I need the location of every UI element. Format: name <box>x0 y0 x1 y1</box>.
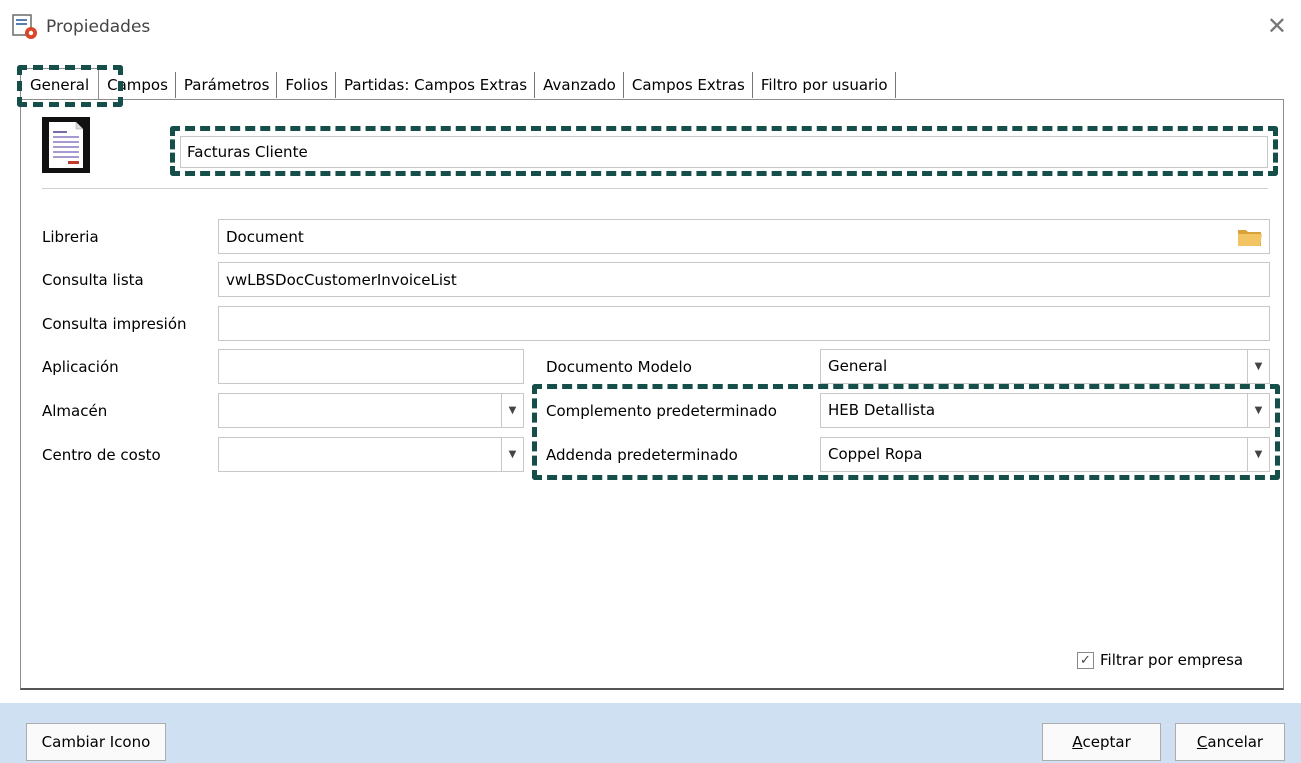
chevron-down-icon[interactable]: ▼ <box>1247 394 1269 427</box>
chevron-down-icon[interactable]: ▼ <box>1247 350 1269 383</box>
libreria-value: Document <box>226 228 304 246</box>
tab-label: Filtro por usuario <box>760 76 888 94</box>
chevron-down-icon[interactable]: ▼ <box>501 438 523 471</box>
documento-modelo-select[interactable]: General ▼ <box>820 349 1270 384</box>
document-name-input[interactable]: Facturas Cliente <box>180 136 1268 168</box>
almacen-label: Almacén <box>42 402 108 420</box>
cancelar-label: ancelar <box>1207 733 1264 751</box>
folder-icon[interactable] <box>1237 226 1263 248</box>
dialog-footer: Cambiar Icono Aceptar Cancelar <box>0 703 1301 763</box>
cambiar-icono-button[interactable]: Cambiar Icono <box>26 723 166 761</box>
tab-label: Partidas: Campos Extras <box>344 76 528 94</box>
complemento-value: HEB Detallista <box>828 401 936 419</box>
consulta-lista-label: Consulta lista <box>42 271 144 289</box>
tab-label: General <box>30 76 90 94</box>
tab-label: Avanzado <box>543 76 616 94</box>
aplicacion-input[interactable] <box>218 349 524 384</box>
libreria-input[interactable]: Document <box>218 219 1270 254</box>
libreria-label: Libreria <box>42 228 99 246</box>
tab-filtro-por-usuario[interactable]: Filtro por usuario <box>753 68 896 100</box>
aceptar-button[interactable]: Aceptar <box>1042 723 1161 761</box>
complemento-label: Complemento predeterminado <box>546 402 777 420</box>
title-bar: Propiedades ✕ <box>0 0 1301 52</box>
tab-label: Parámetros <box>183 76 270 94</box>
tab-avanzado[interactable]: Avanzado <box>535 68 624 100</box>
separator <box>42 188 1268 190</box>
tab-label: Campos <box>107 76 168 94</box>
addenda-label: Addenda predeterminado <box>546 446 738 464</box>
aceptar-mnemonic: A <box>1072 733 1083 751</box>
centro-costo-select[interactable]: ▼ <box>218 437 524 472</box>
tab-label: Folios <box>285 76 329 94</box>
close-icon[interactable]: ✕ <box>1267 14 1287 38</box>
invoice-document-icon <box>42 117 90 173</box>
filtrar-por-empresa[interactable]: ✓ Filtrar por empresa <box>1077 651 1243 669</box>
chevron-down-icon[interactable]: ▼ <box>1247 438 1269 471</box>
tab-parametros[interactable]: Parámetros <box>176 68 278 100</box>
tab-partidas-campos-extras[interactable]: Partidas: Campos Extras <box>336 68 536 100</box>
complemento-select[interactable]: HEB Detallista ▼ <box>820 393 1270 428</box>
filtrar-label: Filtrar por empresa <box>1100 651 1244 669</box>
consulta-impresion-label: Consulta impresión <box>42 315 187 333</box>
tab-folios[interactable]: Folios <box>277 68 336 100</box>
addenda-value: Coppel Ropa <box>828 445 923 463</box>
tab-general[interactable]: General <box>20 68 100 100</box>
chevron-down-icon[interactable]: ▼ <box>501 394 523 427</box>
consulta-lista-input[interactable]: vwLBSDocCustomerInvoiceList <box>218 262 1270 297</box>
tab-campos[interactable]: Campos <box>99 68 176 100</box>
tab-label: Campos Extras <box>631 76 745 94</box>
centro-costo-label: Centro de costo <box>42 446 161 464</box>
tab-campos-extras[interactable]: Campos Extras <box>624 68 753 100</box>
aplicacion-label: Aplicación <box>42 358 119 376</box>
cancelar-mnemonic: C <box>1196 733 1208 751</box>
addenda-select[interactable]: Coppel Ropa ▼ <box>820 437 1270 472</box>
checkbox-checked-icon[interactable]: ✓ <box>1077 651 1094 669</box>
almacen-select[interactable]: ▼ <box>218 393 524 428</box>
documento-modelo-value: General <box>828 357 888 375</box>
cancelar-button[interactable]: Cancelar <box>1175 723 1285 761</box>
consulta-impresion-input[interactable] <box>218 306 1270 341</box>
aceptar-label: ceptar <box>1082 733 1131 751</box>
cambiar-icono-label: Cambiar Icono <box>41 733 151 751</box>
documento-modelo-label: Documento Modelo <box>546 358 692 376</box>
window-title: Propiedades <box>46 17 151 37</box>
properties-icon <box>12 14 37 39</box>
tab-strip: General Campos Parámetros Folios Partida… <box>20 68 896 100</box>
